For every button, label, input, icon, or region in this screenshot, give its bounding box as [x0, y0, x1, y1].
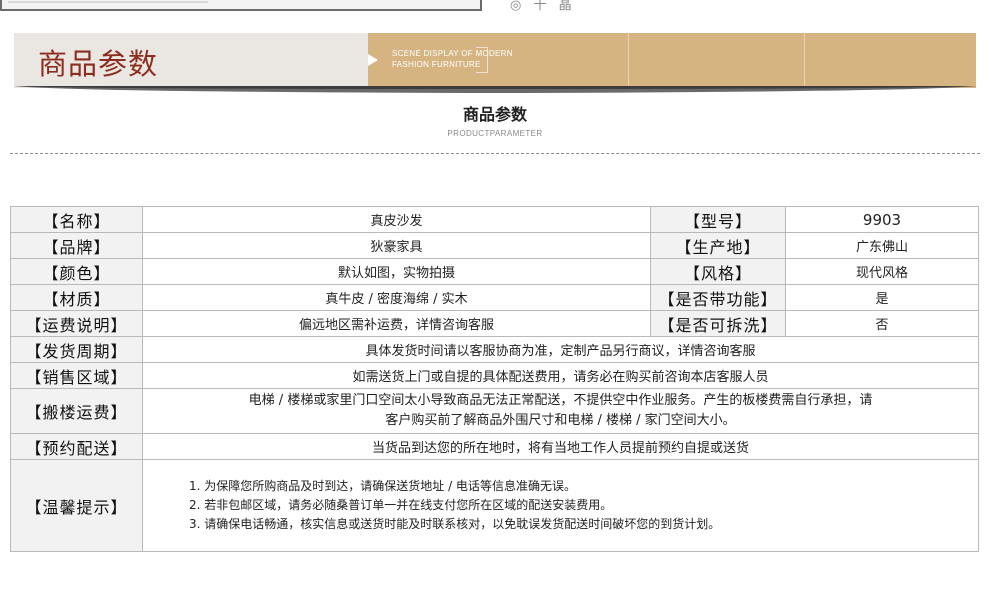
table-row: 【颜色】 默认如图，实物拍摄 【风格】 现代风格 [10, 258, 979, 285]
top-cutoff-glyphs: ◎ 十 晶 [510, 0, 576, 13]
table-row: 【预约配送】 当货品到达您的所在地时，将有当地工作人员提前预约自提或送货 [10, 433, 979, 460]
banner-bracket-decoration [476, 47, 488, 73]
origin-value: 广东佛山 [785, 232, 979, 259]
name-label: 【名称】 [10, 206, 143, 233]
tips-list: 1. 为保障您所购商品及时到达，请确保送货地址 / 电话等信息准确无误。 2. … [189, 477, 720, 534]
brand-label: 【品牌】 [10, 232, 143, 259]
function-label: 【是否带功能】 [650, 284, 786, 311]
sales-area-value: 如需送货上门或自提的具体配送费用，请务必在购买前咨询本店客服人员 [142, 362, 979, 389]
top-cutoff-box [0, 0, 482, 11]
delivery-cycle-value: 具体发货时间请以客服协商为准，定制产品另行商议，详情咨询客服 [142, 336, 979, 363]
shipping-label: 【运费说明】 [10, 310, 143, 337]
color-value: 默认如图，实物拍摄 [142, 258, 651, 285]
material-label: 【材质】 [10, 284, 143, 311]
color-label: 【颜色】 [10, 258, 143, 285]
stairs-value-line-2: 客户购买前了解商品外围尺寸和电梯 / 楼梯 / 家门空间大小。 [385, 413, 736, 428]
table-row: 【品牌】 狄豪家具 【生产地】 广东佛山 [10, 232, 979, 259]
section-title: 商品参数 [462, 105, 527, 124]
washable-label: 【是否可拆洗】 [650, 310, 786, 337]
tip-item: 2. 若非包邮区域，请务必随桑普订单一并在线支付您所在区域的配送安装费用。 [189, 498, 613, 512]
product-parameter-table: 【名称】 真皮沙发 【型号】 9903 【品牌】 狄豪家具 【生产地】 广东佛山… [10, 206, 979, 552]
table-row: 【温馨提示】 1. 为保障您所购商品及时到达，请确保送货地址 / 电话等信息准确… [10, 459, 979, 552]
banner-arrow-icon [368, 54, 378, 66]
appointment-label: 【预约配送】 [10, 433, 143, 460]
stairs-label: 【搬楼运费】 [10, 388, 143, 434]
washable-value: 否 [785, 310, 979, 337]
stairs-value: 电梯 / 楼梯或家里门口空间太小导致商品无法正常配送，不提供空中作业服务。产生的… [142, 388, 979, 434]
origin-label: 【生产地】 [650, 232, 786, 259]
model-value: 9903 [785, 206, 979, 233]
appointment-value: 当货品到达您的所在地时，将有当地工作人员提前预约自提或送货 [142, 433, 979, 460]
section-subtitle: PRODUCTPARAMETER [447, 129, 543, 138]
dashed-divider [10, 153, 980, 154]
banner-subtitle: SCENE DISPLAY OF MODERN FASHION FURNITUR… [392, 48, 513, 70]
tips-value: 1. 为保障您所购商品及时到达，请确保送货地址 / 电话等信息准确无误。 2. … [142, 459, 979, 552]
banner-title: 商品参数 [38, 47, 159, 81]
table-row: 【销售区域】 如需送货上门或自提的具体配送费用，请务必在购买前咨询本店客服人员 [10, 362, 979, 389]
table-row: 【运费说明】 偏远地区需补运费，详情咨询客服 【是否可拆洗】 否 [10, 310, 979, 337]
material-value: 真牛皮 / 密度海绵 / 实木 [142, 284, 651, 311]
sales-area-label: 【销售区域】 [10, 362, 143, 389]
banner-subtitle-line-2: FASHION FURNITURE [392, 60, 481, 69]
banner-subtitle-line-1: SCENE DISPLAY OF MODERN [392, 49, 513, 58]
shipping-value: 偏远地区需补运费，详情咨询客服 [142, 310, 651, 337]
top-cutoff-strip: ◎ 十 晶 [0, 0, 990, 16]
tips-label: 【温馨提示】 [10, 459, 143, 552]
banner-title-panel: 商品参数 [14, 33, 368, 88]
function-value: 是 [785, 284, 979, 311]
banner-shadow [14, 86, 976, 93]
stairs-value-line-1: 电梯 / 楼梯或家里门口空间太小导致商品无法正常配送，不提供空中作业服务。产生的… [248, 393, 873, 408]
tip-item: 1. 为保障您所购商品及时到达，请确保送货地址 / 电话等信息准确无误。 [189, 479, 576, 493]
name-value: 真皮沙发 [142, 206, 651, 233]
model-label: 【型号】 [650, 206, 786, 233]
tip-item: 3. 请确保电话畅通，核实信息或送货时能及时联系核对，以免耽误发货配送时间破坏您… [189, 517, 721, 531]
table-row: 【搬楼运费】 电梯 / 楼梯或家里门口空间太小导致商品无法正常配送，不提供空中作… [10, 388, 979, 434]
table-row: 【发货周期】 具体发货时间请以客服协商为准，定制产品另行商议，详情咨询客服 [10, 336, 979, 363]
style-label: 【风格】 [650, 258, 786, 285]
table-row: 【名称】 真皮沙发 【型号】 9903 [10, 206, 979, 233]
brand-value: 狄豪家具 [142, 232, 651, 259]
table-row: 【材质】 真牛皮 / 密度海绵 / 实木 【是否带功能】 是 [10, 284, 979, 311]
style-value: 现代风格 [785, 258, 979, 285]
section-banner: 商品参数 SCENE DISPLAY OF MODERN FASHION FUR… [14, 33, 976, 88]
delivery-cycle-label: 【发货周期】 [10, 336, 143, 363]
